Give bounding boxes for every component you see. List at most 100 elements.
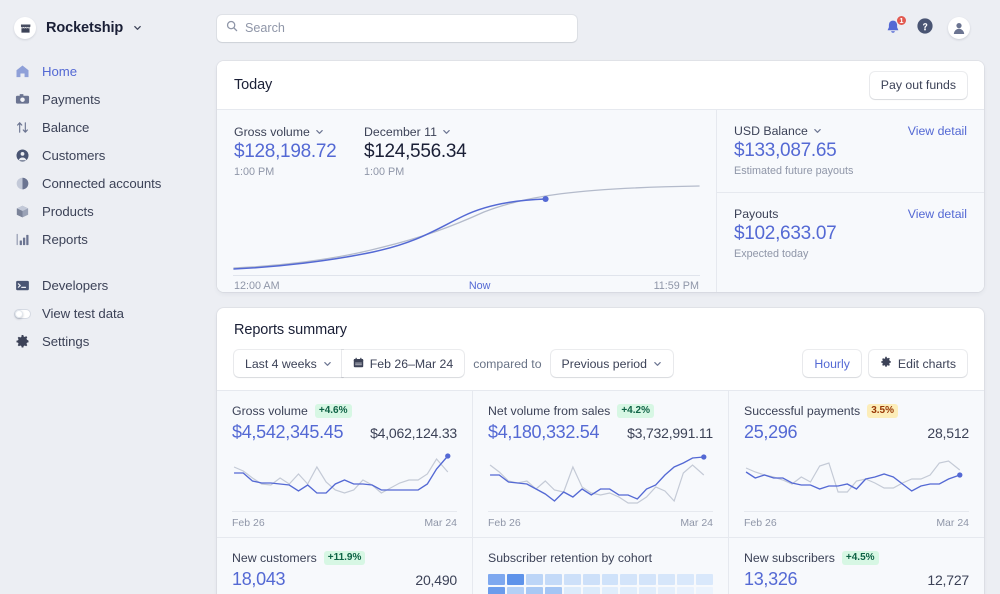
calendar-icon [353, 357, 364, 371]
metric-card-net-volume[interactable]: Net volume from sales +4.2% $4,180,332.5… [473, 391, 728, 537]
metric-value: 25,296 [744, 422, 797, 443]
range-preset-select[interactable]: Last 4 weeks [234, 350, 343, 377]
sidebar: Rocketship Home Payments [0, 0, 217, 594]
usd-balance-view-detail-link[interactable]: View detail [908, 124, 967, 138]
sidebar-item-view-test-data[interactable]: View test data [10, 303, 207, 324]
metric-card-gross-volume[interactable]: Gross volume +4.6% $4,542,345.45 $4,062,… [217, 391, 472, 537]
range-preset-label: Last 4 weeks [245, 357, 317, 371]
sidebar-item-balance[interactable]: Balance [10, 117, 207, 138]
metric-sparkline [744, 453, 969, 505]
status-badge: 3.5% [867, 404, 898, 418]
hourly-button[interactable]: Hourly [803, 350, 861, 377]
nav-divider-gap [10, 257, 207, 275]
metric-title: New customers [232, 551, 317, 565]
date-range-button[interactable]: Feb 26–Mar 24 [342, 350, 464, 377]
reports-summary-title: Reports summary [234, 322, 967, 338]
brand-name: Rocketship [46, 20, 123, 36]
metric-column: Successful payments 3.5% 25,296 28,512 [729, 391, 984, 594]
brand-switcher[interactable]: Rocketship [0, 13, 217, 43]
cohort-cell [658, 587, 675, 594]
metric-compare-value: $3,732,991.11 [627, 425, 713, 441]
products-box-icon [14, 203, 31, 220]
metric-axis: Feb 26 Mar 24 [488, 511, 713, 537]
notifications-button[interactable]: 1 [884, 19, 902, 37]
sidebar-item-settings[interactable]: Settings [10, 331, 207, 352]
gross-volume-metric: Gross volume $128,198.72 1:00 PM [234, 125, 364, 178]
compare-date-selector[interactable]: December 11 [364, 125, 494, 139]
sidebar-item-products[interactable]: Products [10, 201, 207, 222]
compare-period-select[interactable]: Previous period [551, 350, 673, 377]
sidebar-item-label: View test data [42, 306, 124, 321]
cohort-cell [507, 587, 524, 594]
cohort-cell [564, 587, 581, 594]
axis-end-label: Mar 24 [936, 517, 969, 529]
sidebar-item-connected-accounts[interactable]: Connected accounts [10, 173, 207, 194]
gross-volume-value: $128,198.72 [234, 141, 364, 163]
usd-balance-value: $133,087.65 [734, 140, 967, 162]
cohort-cell [602, 587, 619, 594]
usd-balance-block: USD Balance View detail $133,087.65 Esti… [717, 110, 984, 192]
cohort-cell [639, 587, 656, 594]
today-balance-panel: USD Balance View detail $133,087.65 Esti… [716, 110, 984, 292]
metric-value: 18,043 [232, 569, 285, 590]
date-range-label: Feb 26–Mar 24 [370, 357, 453, 371]
reports-summary-controls: Last 4 weeks Feb 26–Mar 24 compa [234, 350, 967, 377]
edit-charts-button[interactable]: Edit charts [869, 350, 967, 377]
chevron-down-icon [653, 357, 662, 371]
sidebar-item-label: Balance [42, 120, 89, 135]
gross-volume-label: Gross volume [234, 125, 310, 139]
metric-card-new-subscribers[interactable]: New subscribers +4.5% 13,326 12,727 [729, 537, 984, 590]
metric-title: Successful payments [744, 404, 860, 418]
chevron-down-icon [315, 125, 324, 139]
search-box[interactable] [217, 15, 577, 42]
metric-card-successful-payments[interactable]: Successful payments 3.5% 25,296 28,512 [729, 391, 984, 537]
metric-value: $4,180,332.54 [488, 422, 599, 443]
search-input[interactable] [245, 21, 568, 35]
sidebar-nav: Home Payments Balance Customers [0, 61, 217, 352]
sidebar-item-developers[interactable]: Developers [10, 275, 207, 296]
cohort-row [488, 587, 713, 594]
pay-out-funds-button[interactable]: Pay out funds [870, 72, 967, 99]
payouts-view-detail-link[interactable]: View detail [908, 207, 967, 221]
developers-terminal-icon [14, 277, 31, 294]
cohort-cell [583, 574, 600, 585]
metric-card-new-customers[interactable]: New customers +11.9% 18,043 20,490 [217, 537, 472, 590]
metric-axis: Feb 26 Mar 24 [744, 511, 969, 537]
sidebar-item-label: Reports [42, 232, 88, 247]
axis-start-label: Feb 26 [744, 517, 777, 529]
gross-volume-time: 1:00 PM [234, 166, 364, 178]
topbar-actions: 1 [884, 17, 984, 40]
cohort-cell [488, 574, 505, 585]
today-volume-panel: Gross volume $128,198.72 1:00 PM Decembe… [217, 110, 716, 292]
sidebar-item-reports[interactable]: Reports [10, 229, 207, 250]
status-badge: +4.6% [315, 404, 352, 418]
sidebar-item-home[interactable]: Home [10, 61, 207, 82]
usd-balance-selector[interactable]: USD Balance [734, 124, 822, 138]
axis-start-label: 12:00 AM [234, 280, 280, 292]
sidebar-item-payments[interactable]: Payments [10, 89, 207, 110]
today-card-header: Today Pay out funds [217, 61, 984, 109]
sidebar-item-label: Customers [42, 148, 105, 163]
gross-volume-selector[interactable]: Gross volume [234, 125, 364, 139]
reports-metric-grid: Gross volume +4.6% $4,542,345.45 $4,062,… [217, 390, 984, 594]
metric-value: $4,542,345.45 [232, 422, 343, 443]
customers-icon [14, 147, 31, 164]
cohort-cell [583, 587, 600, 594]
cohort-cell [526, 574, 543, 585]
compare-date-label: December 11 [364, 125, 437, 139]
sidebar-item-label: Payments [42, 92, 100, 107]
cohort-cell [564, 574, 581, 585]
gear-icon [880, 356, 892, 371]
sidebar-item-customers[interactable]: Customers [10, 145, 207, 166]
reports-summary-header: Reports summary Last 4 weeks [217, 308, 984, 390]
user-avatar-icon[interactable] [948, 17, 970, 39]
today-card: Today Pay out funds Gross volume [217, 61, 984, 292]
cohort-cell [677, 574, 694, 585]
toggle-switch-icon[interactable] [14, 305, 31, 322]
help-circle-icon[interactable] [916, 17, 934, 40]
metric-column: Gross volume +4.6% $4,542,345.45 $4,062,… [217, 391, 473, 594]
metric-card-subscriber-retention[interactable]: Subscriber retention by cohort [473, 537, 728, 594]
cohort-cell [639, 574, 656, 585]
compare-date-time: 1:00 PM [364, 166, 494, 178]
status-badge: +11.9% [324, 551, 366, 565]
